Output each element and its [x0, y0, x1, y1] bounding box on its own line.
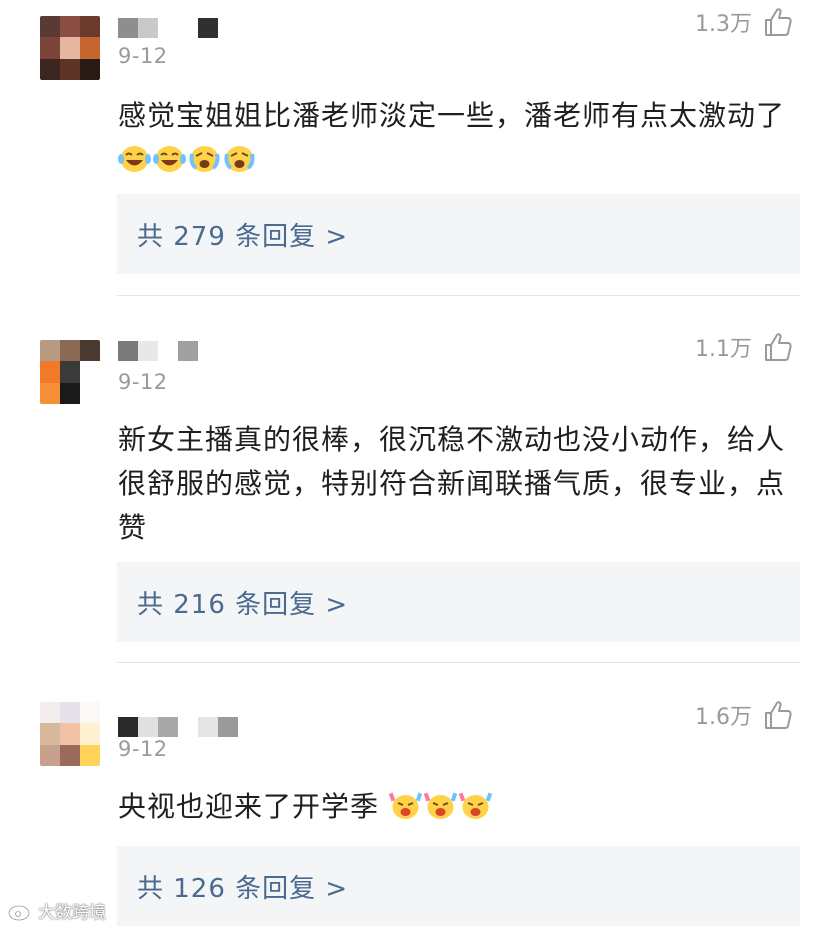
- weibo-logo-icon: [8, 901, 33, 921]
- thumbs-up-icon[interactable]: [764, 7, 792, 37]
- laughing-tears-emoji: [153, 146, 186, 172]
- party-face-emoji: [423, 792, 457, 819]
- comment-text: 央视也迎来了开学季: [118, 785, 798, 829]
- avatar[interactable]: [40, 16, 100, 80]
- like-count: 1.1万: [695, 337, 752, 362]
- comment-list: 9-12 1.3万 感觉宝姐姐比潘老师淡定一些，潘老师有点太激动了 共 279 …: [0, 0, 828, 927]
- avatar[interactable]: [40, 340, 100, 404]
- comment-text: 感觉宝姐姐比潘老师淡定一些，潘老师有点太激动了: [118, 94, 798, 182]
- like-count: 1.6万: [695, 705, 752, 730]
- thumbs-up-icon[interactable]: [764, 332, 792, 362]
- username-pixelated[interactable]: [118, 18, 218, 40]
- like-area[interactable]: 1.6万: [695, 699, 792, 731]
- party-face-emoji: [388, 792, 422, 819]
- watermark-text: 大数跨境: [38, 903, 106, 923]
- comment-body: 央视也迎来了开学季: [118, 790, 380, 823]
- crying-laughing-emoji: [224, 146, 255, 172]
- view-replies-button[interactable]: 共 126 条回复 >: [117, 846, 800, 926]
- username-pixelated[interactable]: [118, 341, 218, 363]
- comment-date: 9-12: [118, 737, 168, 761]
- crying-laughing-emoji: [189, 146, 220, 172]
- emoji-group: [379, 790, 494, 823]
- like-area[interactable]: 1.1万: [695, 331, 792, 363]
- view-replies-button[interactable]: 共 216 条回复 >: [117, 562, 800, 642]
- divider: [117, 295, 800, 296]
- username-pixelated[interactable]: [118, 717, 238, 739]
- thumbs-up-icon[interactable]: [764, 700, 792, 730]
- divider: [117, 662, 800, 663]
- party-face-emoji: [458, 792, 492, 819]
- comment-date: 9-12: [118, 44, 168, 68]
- watermark: 大数跨境: [8, 898, 106, 923]
- avatar[interactable]: [40, 702, 100, 766]
- emoji-group: [118, 143, 258, 176]
- comment-date: 9-12: [118, 370, 168, 394]
- like-area[interactable]: 1.3万: [695, 6, 792, 38]
- comment-body: 感觉宝姐姐比潘老师淡定一些，潘老师有点太激动了: [118, 99, 786, 132]
- comment-text: 新女主播真的很棒，很沉稳不激动也没小动作，给人很舒服的感觉，特别符合新闻联播气质…: [118, 423, 786, 544]
- view-replies-button[interactable]: 共 279 条回复 >: [117, 194, 800, 274]
- like-count: 1.3万: [695, 12, 752, 37]
- laughing-tears-emoji: [118, 146, 151, 172]
